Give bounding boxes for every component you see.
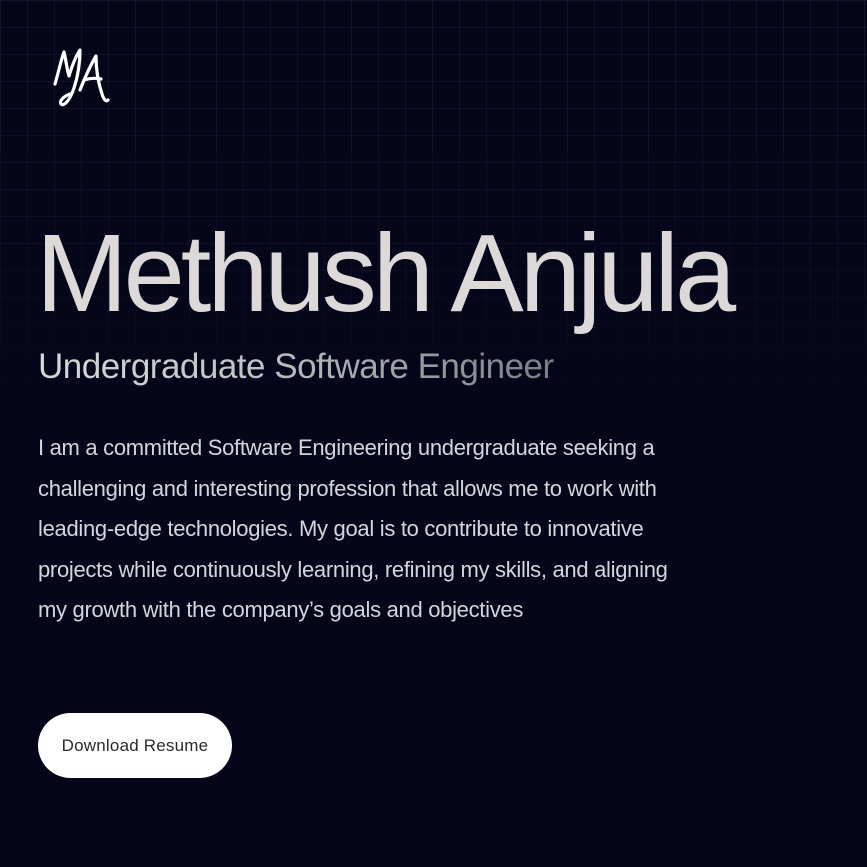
download-resume-button[interactable]: Download Resume	[38, 713, 232, 778]
portfolio-hero-page: Methush Anjula Undergraduate Software En…	[0, 0, 867, 867]
hero-title: Undergraduate Software Engineer	[38, 347, 554, 386]
hero-name: Methush Anjula	[36, 212, 736, 335]
ma-signature-logo-icon[interactable]	[50, 40, 112, 112]
hero-bio: I am a committed Software Engineering un…	[38, 435, 668, 623]
